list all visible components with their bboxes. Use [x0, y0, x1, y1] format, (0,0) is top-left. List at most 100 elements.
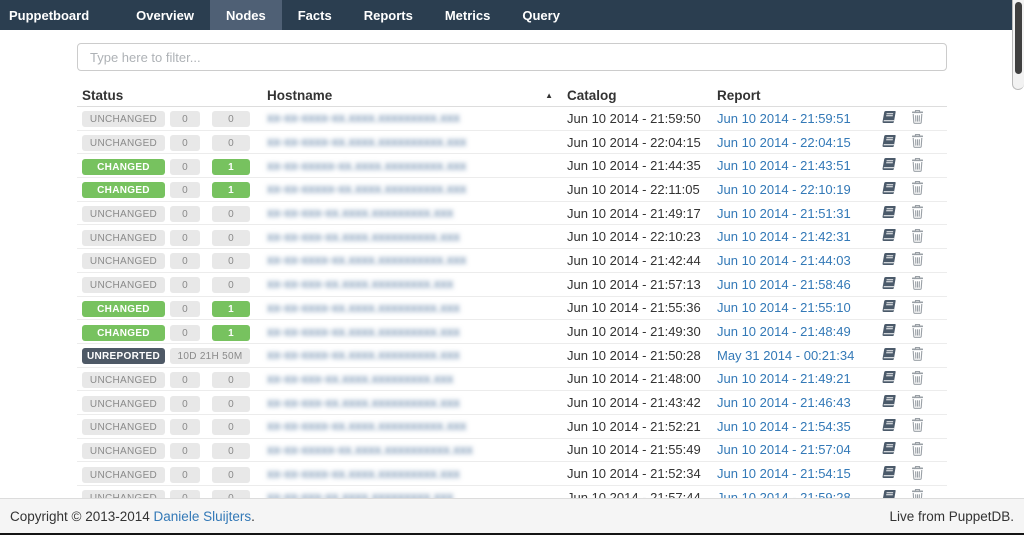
report-link[interactable]: Jun 10 2014 - 21:42:31	[717, 229, 851, 244]
report-log-button[interactable]	[881, 347, 897, 364]
delete-node-button[interactable]	[911, 228, 924, 246]
delete-node-button[interactable]	[911, 180, 924, 198]
report-link[interactable]: Jun 10 2014 - 21:48:49	[717, 324, 851, 339]
author-link[interactable]: Daniele Sluijters	[154, 509, 252, 524]
report-log-button[interactable]	[881, 157, 897, 174]
hostname-link[interactable]: xx-xx-xxxx-xx.xxxx.xxxxxxxxxx.xxx	[267, 134, 466, 149]
hostname-link[interactable]: xx-xx-xxxx-xx.xxxx.xxxxxxxxx.xxx	[267, 110, 460, 125]
hostname-link[interactable]: xx-xx-xxx-xx.xxxx.xxxxxxxxx.xxx	[267, 371, 453, 386]
book-icon	[881, 252, 897, 269]
failed-count-badge: 0	[170, 372, 200, 388]
delete-node-button[interactable]	[911, 204, 924, 222]
delete-node-button[interactable]	[911, 109, 924, 127]
hostname-link[interactable]: xx-xx-xxxx-xx.xxxx.xxxxxxxxx.xxx	[267, 347, 460, 362]
delete-node-button[interactable]	[911, 465, 924, 483]
trash-icon	[911, 157, 924, 175]
report-link[interactable]: Jun 10 2014 - 21:57:04	[717, 442, 851, 457]
status-badge: CHANGED	[82, 159, 165, 175]
filter-input[interactable]	[77, 43, 947, 71]
hostname-link[interactable]: xx-xx-xxxx-xx.xxxx.xxxxxxxxx.xxx	[267, 324, 460, 339]
book-icon	[881, 134, 897, 151]
hostname-link[interactable]: xx-xx-xxx-xx.xxxx.xxxxxxxxx.xxx	[267, 205, 453, 220]
report-log-button[interactable]	[881, 465, 897, 482]
hostname-link[interactable]: xx-xx-xxxx-xx.xxxx.xxxxxxxxx.xxx	[267, 466, 460, 481]
hostname-link[interactable]: xx-xx-xxx-xx.xxxx.xxxxxxxxxx.xxx	[267, 229, 460, 244]
nav-item-overview[interactable]: Overview	[120, 0, 210, 30]
report-log-button[interactable]	[881, 205, 897, 222]
footer: Copyright © 2013-2014 Daniele Sluijters.…	[0, 498, 1024, 535]
column-header-report[interactable]: Report	[717, 88, 877, 103]
report-link[interactable]: Jun 10 2014 - 21:59:51	[717, 111, 851, 126]
status-badge: CHANGED	[82, 325, 165, 341]
report-link[interactable]: Jun 10 2014 - 21:55:10	[717, 300, 851, 315]
report-link[interactable]: Jun 10 2014 - 21:58:46	[717, 277, 851, 292]
report-log-button[interactable]	[881, 441, 897, 458]
nav-item-facts[interactable]: Facts	[282, 0, 348, 30]
report-log-button[interactable]	[881, 299, 897, 316]
report-log-button[interactable]	[881, 394, 897, 411]
sort-asc-icon: ▲	[545, 91, 553, 100]
delete-node-button[interactable]	[911, 299, 924, 317]
catalog-timestamp: Jun 10 2014 - 21:48:00	[567, 371, 717, 386]
report-log-button[interactable]	[881, 181, 897, 198]
trash-icon	[911, 441, 924, 459]
delete-node-button[interactable]	[911, 275, 924, 293]
nav-item-nodes[interactable]: Nodes	[210, 0, 282, 30]
delete-node-button[interactable]	[911, 157, 924, 175]
column-header-status[interactable]: Status	[77, 88, 167, 103]
catalog-timestamp: Jun 10 2014 - 21:57:13	[567, 277, 717, 292]
report-link[interactable]: Jun 10 2014 - 21:49:21	[717, 371, 851, 386]
report-log-button[interactable]	[881, 370, 897, 387]
scrollbar-thumb[interactable]	[1015, 2, 1022, 74]
report-log-button[interactable]	[881, 252, 897, 269]
report-link[interactable]: Jun 10 2014 - 21:54:15	[717, 466, 851, 481]
report-link[interactable]: Jun 10 2014 - 21:44:03	[717, 253, 851, 268]
hostname-link[interactable]: xx-xx-xxxxx-xx.xxxx.xxxxxxxxx.xxx	[267, 158, 466, 173]
report-log-button[interactable]	[881, 418, 897, 435]
trash-icon	[911, 228, 924, 246]
hostname-link[interactable]: xx-xx-xxxx-xx.xxxx.xxxxxxxxxx.xxx	[267, 418, 466, 433]
report-log-button[interactable]	[881, 228, 897, 245]
nav-item-reports[interactable]: Reports	[348, 0, 429, 30]
hostname-link[interactable]: xx-xx-xxxx-xx.xxxx.xxxxxxxxxx.xxx	[267, 252, 466, 267]
report-log-button[interactable]	[881, 134, 897, 151]
report-log-button[interactable]	[881, 276, 897, 293]
failed-count-badge: 0	[170, 182, 200, 198]
changed-count-badge: 0	[212, 135, 250, 151]
hostname-link[interactable]: xx-xx-xxxxx-xx.xxxx.xxxxxxxxxx.xxx	[267, 442, 473, 457]
hostname-link[interactable]: xx-xx-xxx-xx.xxxx.xxxxxxxxxx.xxx	[267, 395, 460, 410]
catalog-timestamp: Jun 10 2014 - 21:55:49	[567, 442, 717, 457]
table-header-row: Status Hostname ▲ Catalog Report	[77, 87, 947, 107]
report-link[interactable]: Jun 10 2014 - 21:54:35	[717, 419, 851, 434]
report-link[interactable]: Jun 10 2014 - 22:04:15	[717, 135, 851, 150]
delete-node-button[interactable]	[911, 346, 924, 364]
table-row: CHANGED 0 1 xx-xx-xxxxx-xx.xxxx.xxxxxxxx…	[77, 154, 947, 178]
report-log-button[interactable]	[881, 323, 897, 340]
nav-item-query[interactable]: Query	[506, 0, 576, 30]
delete-node-button[interactable]	[911, 251, 924, 269]
hostname-link[interactable]: xx-xx-xxx-xx.xxxx.xxxxxxxxx.xxx	[267, 276, 453, 291]
table-row: CHANGED 0 1 xx-xx-xxxxx-xx.xxxx.xxxxxxxx…	[77, 178, 947, 202]
delete-node-button[interactable]	[911, 441, 924, 459]
hostname-link[interactable]: xx-xx-xxxx-xx.xxxx.xxxxxxxxx.xxx	[267, 300, 460, 315]
book-icon	[881, 299, 897, 316]
delete-node-button[interactable]	[911, 394, 924, 412]
hostname-link[interactable]: xx-xx-xxxxx-xx.xxxx.xxxxxxxxx.xxx	[267, 181, 466, 196]
report-link[interactable]: May 31 2014 - 00:21:34	[717, 348, 854, 363]
nav-item-metrics[interactable]: Metrics	[429, 0, 507, 30]
report-link[interactable]: Jun 10 2014 - 21:51:31	[717, 206, 851, 221]
failed-count-badge: 0	[170, 230, 200, 246]
column-header-catalog[interactable]: Catalog	[567, 88, 717, 103]
report-link[interactable]: Jun 10 2014 - 22:10:19	[717, 182, 851, 197]
status-badge: UNREPORTED	[82, 348, 165, 364]
book-icon	[881, 181, 897, 198]
brand-puppetboard[interactable]: Puppetboard	[0, 0, 106, 30]
column-header-hostname[interactable]: Hostname ▲	[257, 88, 567, 103]
delete-node-button[interactable]	[911, 417, 924, 435]
delete-node-button[interactable]	[911, 133, 924, 151]
report-log-button[interactable]	[881, 110, 897, 127]
delete-node-button[interactable]	[911, 370, 924, 388]
delete-node-button[interactable]	[911, 323, 924, 341]
report-link[interactable]: Jun 10 2014 - 21:46:43	[717, 395, 851, 410]
report-link[interactable]: Jun 10 2014 - 21:43:51	[717, 158, 851, 173]
